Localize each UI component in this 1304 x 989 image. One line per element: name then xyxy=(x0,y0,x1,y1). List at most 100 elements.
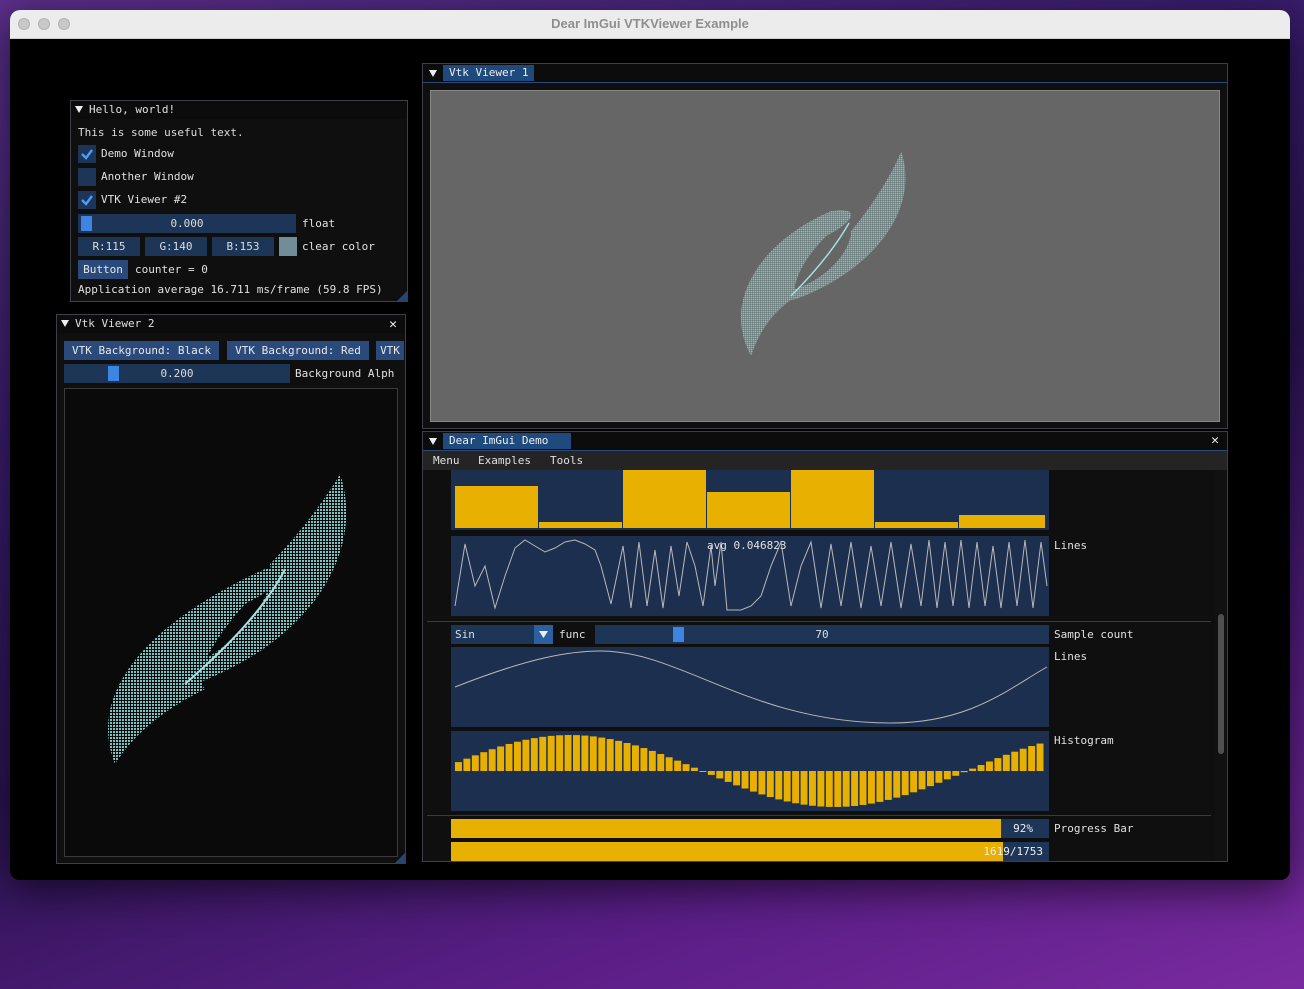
tab-vtk-viewer-1[interactable]: Vtk Viewer 1 xyxy=(443,65,535,81)
histogram-bar xyxy=(471,755,479,771)
vtk-render-view-2[interactable] xyxy=(64,388,398,857)
float-slider-grab[interactable] xyxy=(81,216,92,231)
menu-item-tools[interactable]: Tools xyxy=(550,451,583,470)
menu-item-menu[interactable]: Menu xyxy=(433,451,460,470)
histogram-bar xyxy=(648,750,656,771)
func-combo[interactable]: Sin xyxy=(451,625,553,644)
histogram-bar xyxy=(868,771,875,804)
histogram-bar xyxy=(943,771,951,780)
histogram-bar xyxy=(716,771,724,779)
histogram-plot-top[interactable] xyxy=(451,470,1049,530)
histogram-bar xyxy=(606,739,614,771)
menu-item-examples[interactable]: Examples xyxy=(478,451,531,470)
histogram-bar xyxy=(750,771,757,792)
histogram-bar xyxy=(657,754,665,771)
histogram-bar xyxy=(935,771,943,783)
viewer1-tab-bar: Vtk Viewer 1 xyxy=(423,64,1227,83)
counter-button[interactable]: Button xyxy=(78,260,128,279)
app-window: Dear ImGui VTKViewer Example Hello, worl… xyxy=(10,10,1290,880)
vtk-render-view-1[interactable] xyxy=(430,90,1220,422)
histogram-bar xyxy=(1028,746,1036,771)
histogram-bar xyxy=(547,735,555,771)
sine-histogram-plot[interactable] xyxy=(451,731,1049,811)
histogram-bar xyxy=(792,771,800,804)
histogram-bar xyxy=(674,760,682,771)
alpha-slider-grab[interactable] xyxy=(108,366,119,381)
color-r-input[interactable]: R:115 xyxy=(78,237,140,256)
histogram-bar xyxy=(598,737,606,771)
histogram-bars-top xyxy=(455,470,1045,528)
float-slider[interactable]: 0.000 xyxy=(78,214,296,233)
alpha-slider[interactable]: 0.200 xyxy=(64,364,290,383)
progress-bar-label: Progress Bar xyxy=(1054,822,1134,835)
resize-grip[interactable] xyxy=(397,291,407,301)
func-combo-label: func xyxy=(559,628,586,641)
progress-bar-fill xyxy=(451,819,1002,838)
sample-count-slider[interactable]: 70 xyxy=(595,625,1049,644)
histogram-bar xyxy=(623,742,631,771)
float-slider-value: 0.000 xyxy=(170,217,204,230)
scrollbar-thumb[interactable] xyxy=(1218,614,1224,754)
bg-black-button[interactable]: VTK Background: Black xyxy=(64,341,219,360)
bg-more-button[interactable]: VTK xyxy=(376,341,404,360)
close-icon[interactable]: ✕ xyxy=(389,316,397,334)
color-swatch[interactable] xyxy=(279,237,297,256)
progress-bar-2-text: 1619/1753 xyxy=(983,845,1043,858)
histogram-bar xyxy=(539,736,547,771)
histogram-bar xyxy=(969,768,977,771)
title-bar: Dear ImGui VTKViewer Example xyxy=(10,10,1290,39)
func-combo-value: Sin xyxy=(455,628,475,641)
histogram-label: Histogram xyxy=(1054,734,1114,747)
sine-lines-label: Lines xyxy=(1054,650,1088,663)
histogram-bar xyxy=(488,749,496,771)
vtk-viewer-2-checkbox[interactable] xyxy=(78,191,96,209)
chevron-down-icon[interactable] xyxy=(534,625,553,644)
viewer2-header[interactable]: Vtk Viewer 2 ✕ xyxy=(57,315,405,333)
alpha-slider-label: Background Alph xyxy=(295,367,395,380)
histogram-bar xyxy=(809,771,816,806)
histogram-bar xyxy=(514,741,521,771)
lines-plot[interactable]: avg 0.046823 xyxy=(451,536,1049,616)
histogram-bar xyxy=(581,735,589,771)
vtk-viewer-2-window: Vtk Viewer 2 ✕ VTK Background: Black VTK… xyxy=(56,314,406,864)
scrollbar[interactable] xyxy=(1215,470,1227,861)
point-cloud-render-2 xyxy=(108,474,347,764)
sample-count-grab[interactable] xyxy=(673,627,684,642)
collapse-icon[interactable] xyxy=(429,70,437,77)
menu-bar: Menu Examples Tools xyxy=(423,451,1227,470)
collapse-icon[interactable] xyxy=(429,438,437,445)
tab-imgui-demo[interactable]: Dear ImGui Demo xyxy=(443,433,571,449)
histogram-bar xyxy=(1002,754,1010,771)
histogram-bar xyxy=(960,771,968,773)
color-b-input[interactable]: B:153 xyxy=(212,237,274,256)
hello-window-header[interactable]: Hello, world! xyxy=(71,101,407,119)
histogram-bar xyxy=(556,735,564,771)
progress-bar-2: 1619/1753 xyxy=(451,842,1049,861)
hello-window-title: Hello, world! xyxy=(89,103,176,116)
close-icon[interactable]: ✕ xyxy=(1211,433,1219,448)
histogram-bar xyxy=(632,745,639,771)
histogram-bar xyxy=(589,736,597,771)
histogram-bar xyxy=(775,771,783,800)
histogram-bar xyxy=(707,771,715,775)
alpha-slider-value: 0.200 xyxy=(160,367,194,380)
another-window-checkbox[interactable] xyxy=(78,168,96,186)
histogram-bar xyxy=(522,739,530,771)
vtk-viewer-1-window: Vtk Viewer 1 xyxy=(422,63,1228,429)
histogram-bar xyxy=(817,771,825,807)
bg-red-button[interactable]: VTK Background: Red xyxy=(227,341,369,360)
collapse-icon[interactable] xyxy=(61,319,69,327)
resize-grip[interactable] xyxy=(395,853,405,863)
histogram-bar xyxy=(699,771,707,772)
color-g-input[interactable]: G:140 xyxy=(145,237,207,256)
collapse-icon[interactable] xyxy=(75,105,83,113)
demo-window-checkbox[interactable] xyxy=(78,145,96,163)
lines-overlay-text: avg 0.046823 xyxy=(707,539,787,552)
viewer2-title: Vtk Viewer 2 xyxy=(75,317,155,330)
histogram-bar xyxy=(859,771,867,805)
sine-histogram-bars xyxy=(455,735,1044,807)
histogram-bar xyxy=(733,771,741,786)
histogram-bar xyxy=(766,771,774,798)
progress-bar: 92% xyxy=(451,819,1049,838)
sine-lines-plot[interactable] xyxy=(451,647,1049,727)
